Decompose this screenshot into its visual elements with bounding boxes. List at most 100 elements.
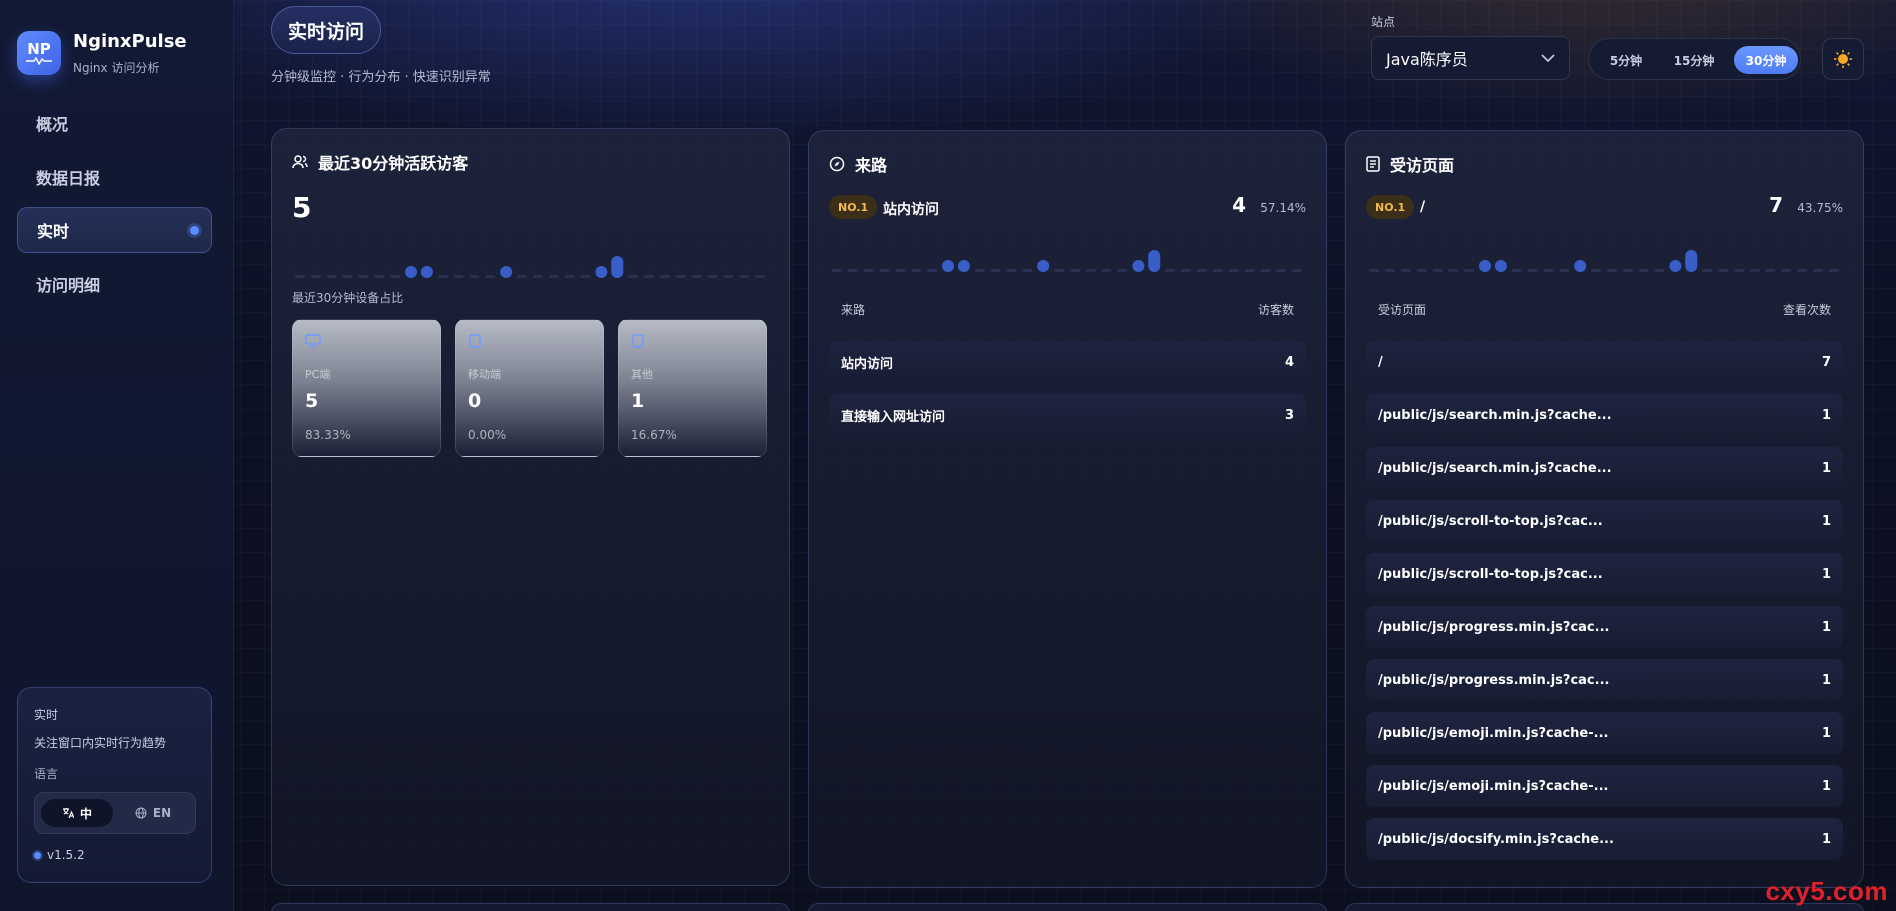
version-info: v1.5.2 (34, 848, 85, 862)
sparkline-baseline-mark (326, 275, 337, 278)
sparkline-baseline-mark (294, 275, 305, 278)
card-header: 受访页面 (1366, 152, 1454, 176)
site-label: 站点 (1371, 15, 1396, 29)
sparkline-baseline-mark (1117, 269, 1128, 272)
sparkline-baseline-mark (659, 275, 670, 278)
row-name: /public/js/scroll-to-top.js?cac... (1378, 513, 1603, 529)
row-name: /public/js/scroll-to-top.js?cac... (1378, 566, 1603, 582)
lang-en-button[interactable]: EN (117, 799, 189, 827)
column-header-referrer: 来路 (841, 303, 866, 317)
sparkline-baseline-mark (548, 275, 559, 278)
info-panel: 实时 关注窗口内实时行为趋势 语言 中 EN v1.5.2 (17, 687, 212, 883)
device-count: 1 (631, 390, 645, 412)
sparkline-baseline-mark (1432, 269, 1443, 272)
page-title-text: 实时访问 (288, 20, 365, 43)
theme-toggle-button[interactable] (1822, 38, 1864, 80)
page-title: 实时访问 (271, 6, 382, 54)
sparkline-baseline-mark (1591, 269, 1602, 272)
range-5min-button[interactable]: 5分钟 (1597, 46, 1655, 74)
sparkline-bar (1685, 250, 1698, 272)
nav-item-daily-report[interactable]: 数据日报 (17, 154, 212, 200)
range-15min-button[interactable]: 15分钟 (1661, 46, 1727, 74)
card-title: 来路 (855, 156, 888, 175)
table-row[interactable]: /public/js/emoji.min.js?cache-... 1 (1366, 765, 1843, 807)
sparkline-baseline-mark (911, 269, 922, 272)
table-row[interactable]: /7 (1366, 341, 1843, 383)
sparkline-baseline-mark (374, 275, 385, 278)
sparkline-baseline-mark (863, 269, 874, 272)
table-row[interactable]: /public/js/emoji.min.js?cache-... 1 (1366, 712, 1843, 754)
sparkline-baseline-mark (1085, 269, 1096, 272)
table-row[interactable]: /public/js/progress.min.js?cac... 1 (1366, 606, 1843, 648)
table-row[interactable]: /public/js/scroll-to-top.js?cac... 1 (1366, 500, 1843, 542)
sparkline-bar (420, 266, 433, 278)
lang-zh-button[interactable]: 中 (41, 799, 113, 827)
compass-icon (829, 156, 845, 172)
table-row[interactable]: /public/js/progress.min.js?cac... 1 (1366, 659, 1843, 701)
time-range-selector: 5分钟 15分钟 30分钟 (1588, 38, 1801, 80)
pulse-icon (26, 57, 52, 65)
table-row[interactable]: /public/js/docsify.min.js?cache... 1 (1366, 818, 1843, 860)
sparkline-baseline-mark (1276, 269, 1287, 272)
visitors-icon (292, 155, 308, 169)
version-label: v1.5.2 (47, 848, 85, 862)
device-card-other: 其他 1 16.67% (618, 319, 767, 457)
nav-item-overview[interactable]: 概况 (17, 100, 212, 146)
table-row[interactable]: 直接输入网址访问 3 (829, 394, 1306, 436)
table-row[interactable]: /public/js/search.min.js?cache... 1 (1366, 394, 1843, 436)
language-toggle: 中 EN (34, 792, 196, 834)
sparkline-baseline-mark (1654, 269, 1665, 272)
device-percent: 16.67% (631, 428, 677, 442)
device-card-mobile: 移动端 0 0.00% (455, 319, 604, 457)
sparkline-baseline-mark (1054, 269, 1065, 272)
nav-item-realtime[interactable]: 实时 (17, 207, 212, 253)
sparkline-baseline-mark (437, 275, 448, 278)
sparkline-bar (1479, 260, 1491, 272)
activity-sparkline (294, 256, 766, 278)
sparkline-bar (957, 260, 970, 272)
row-name: /public/js/emoji.min.js?cache-... (1378, 778, 1609, 794)
row-value: 1 (1821, 778, 1831, 794)
phone-icon (469, 334, 481, 348)
page-subtitle: 分钟级监控 · 行为分布 · 快速识别异常 (271, 70, 491, 85)
sparkline-bar (1148, 250, 1161, 272)
rank-badge: NO.1 (829, 195, 878, 219)
sparkline-baseline-mark (1511, 269, 1522, 272)
row-name: /public/js/progress.min.js?cac... (1378, 672, 1610, 688)
sparkline-baseline-mark (1702, 269, 1713, 272)
chevron-down-icon (1541, 54, 1555, 63)
sparkline-baseline-mark (895, 269, 906, 272)
range-30min-button[interactable]: 30分钟 (1734, 46, 1798, 74)
sparkline-baseline-mark (1765, 269, 1776, 272)
table-row[interactable]: /public/js/scroll-to-top.js?cac... 1 (1366, 553, 1843, 595)
visited-pages-card: 受访页面 NO.1 / 7 43.75% 受访页面 查看次数 /7/public… (1345, 130, 1864, 888)
sparkline-baseline-mark (358, 275, 369, 278)
device-percent: 83.33% (305, 428, 351, 442)
sparkline-baseline-mark (1228, 269, 1239, 272)
globe-icon (135, 807, 147, 819)
lang-zh-label: 中 (79, 806, 92, 821)
device-count: 0 (468, 390, 482, 412)
row-value: 1 (1821, 460, 1831, 476)
sparkline-baseline-mark (1749, 269, 1760, 272)
top-referrer-percent: 57.14% (1260, 201, 1306, 215)
column-header-visitors: 访客数 (1257, 303, 1294, 317)
next-card-peek (808, 903, 1327, 911)
table-row[interactable]: 站内访问 4 (829, 341, 1306, 383)
sparkline-baseline-mark (517, 275, 528, 278)
sparkline-bar (1574, 260, 1587, 272)
top-referrer-value: 4 (1232, 193, 1246, 217)
sparkline-bar (942, 260, 954, 272)
row-name: /public/js/search.min.js?cache... (1378, 460, 1612, 476)
sparkline-baseline-mark (755, 275, 766, 278)
nav-label: 数据日报 (36, 169, 101, 188)
nav-label: 实时 (37, 222, 70, 241)
device-label: PC端 (305, 368, 331, 381)
column-header-views: 查看次数 (1782, 303, 1831, 317)
sidebar: NP NginxPulse Nginx 访问分析 概况 数据日报 实时 访问明细… (0, 0, 234, 911)
site-select[interactable]: Java陈序员 (1371, 36, 1570, 80)
row-value: 1 (1821, 831, 1831, 847)
sun-icon (1834, 50, 1852, 68)
table-row[interactable]: /public/js/search.min.js?cache... 1 (1366, 447, 1843, 489)
nav-item-access-detail[interactable]: 访问明细 (17, 261, 212, 307)
